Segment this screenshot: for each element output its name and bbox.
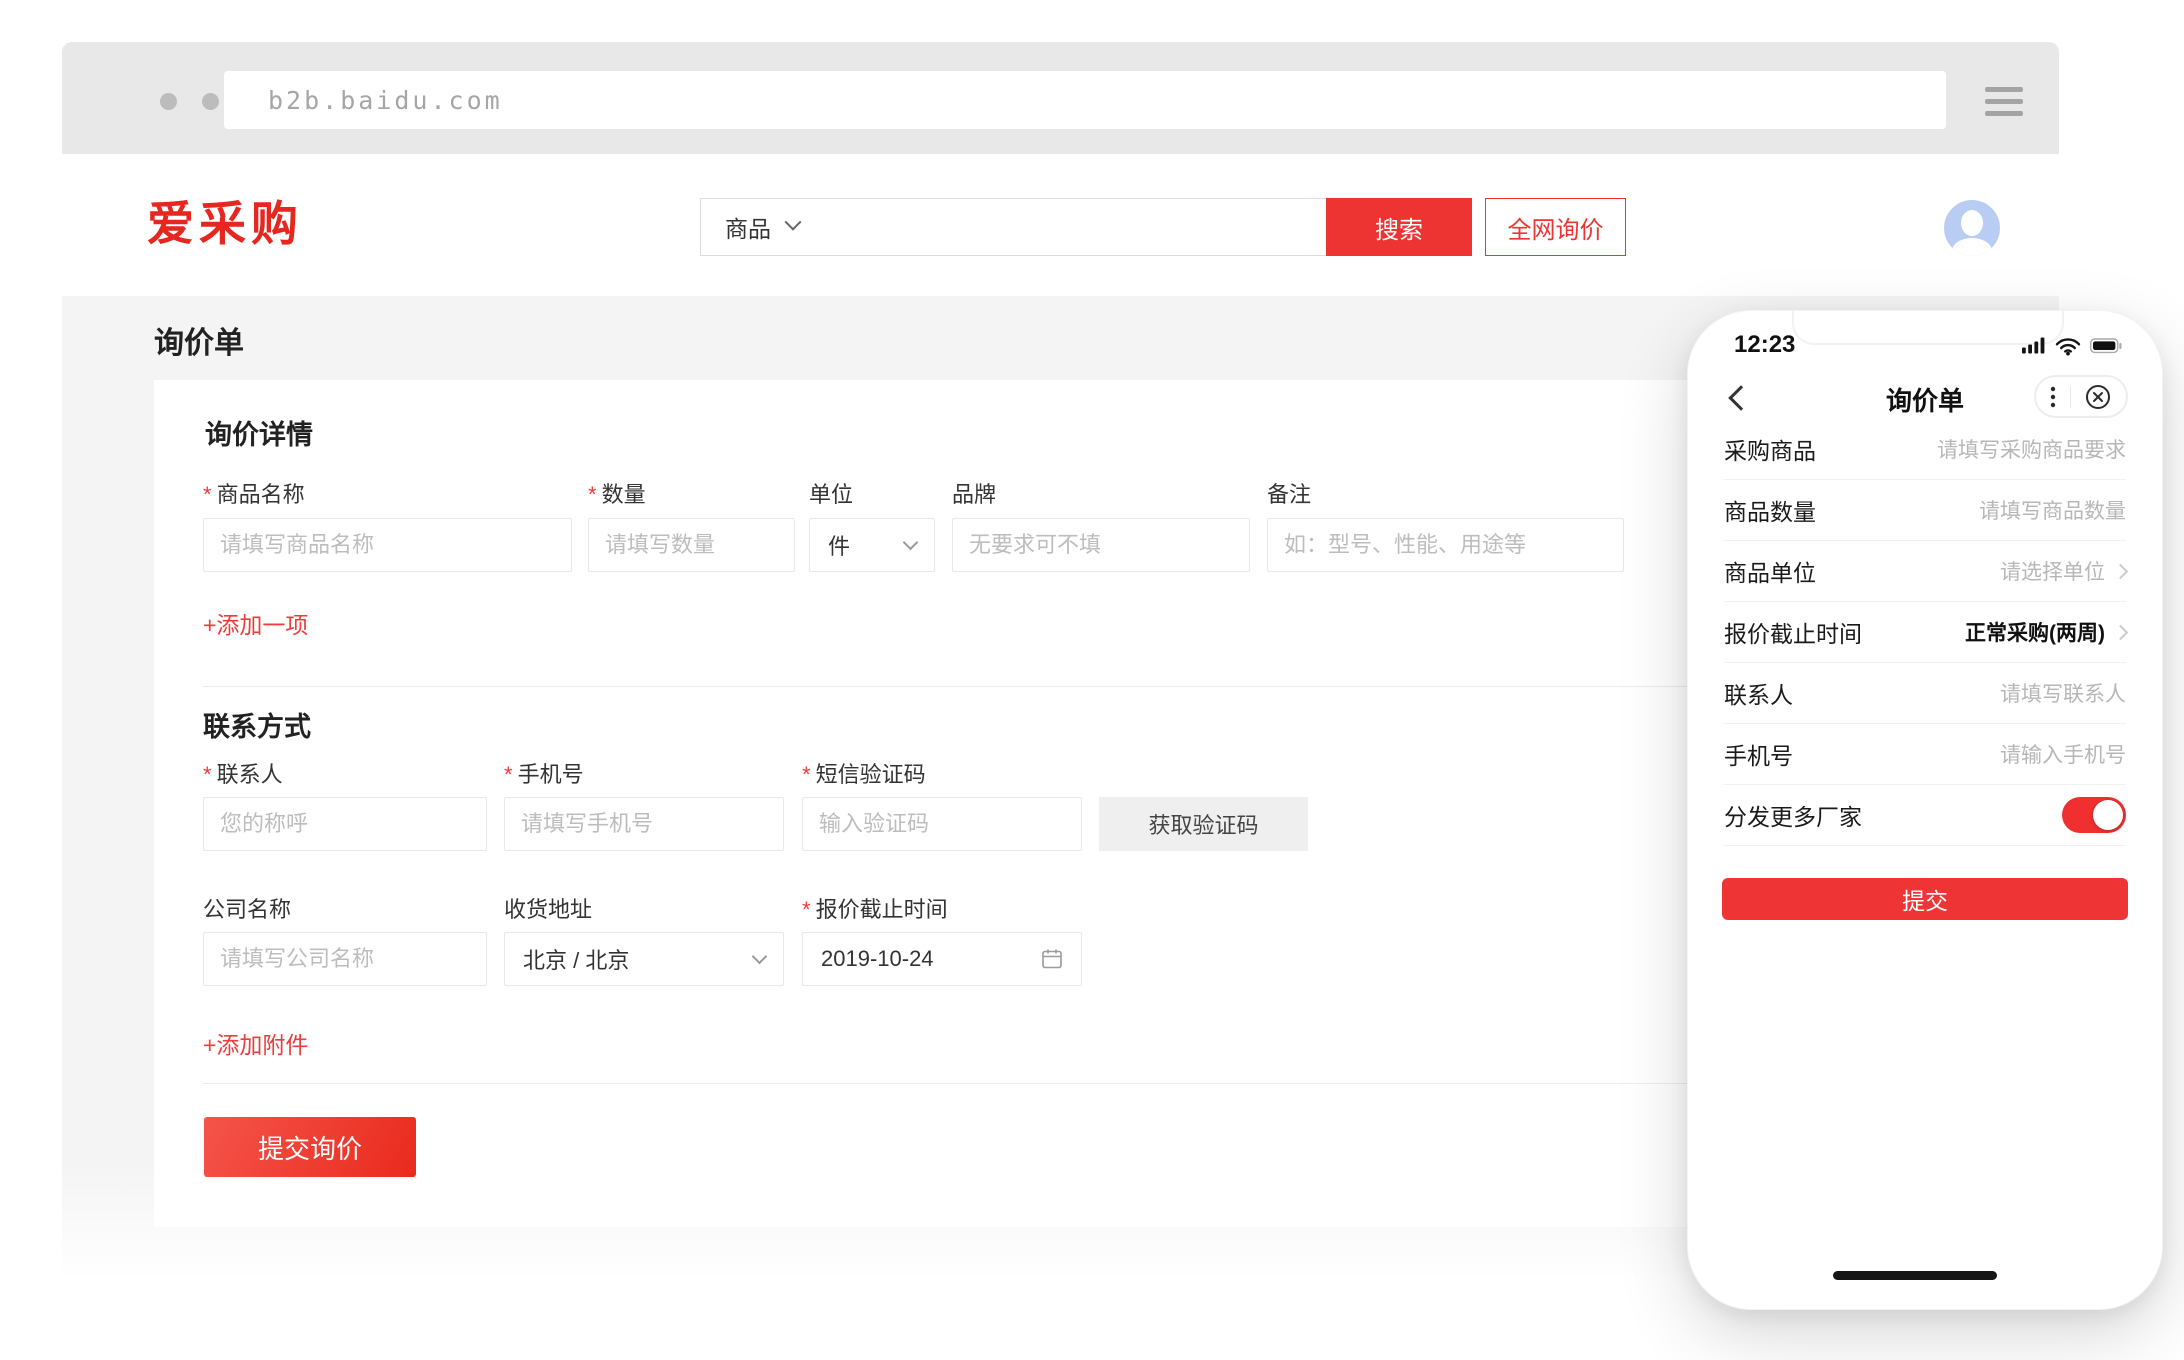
- list-item-quantity[interactable]: 商品数量 请填写商品数量: [1724, 480, 2126, 541]
- list-item-deadline[interactable]: 报价截止时间 正常采购(两周): [1724, 602, 2126, 663]
- required-asterisk: *: [203, 482, 212, 507]
- field-label-contact: *联系人: [203, 757, 283, 789]
- address-select[interactable]: 北京 / 北京: [504, 932, 784, 986]
- screenshot-stage: b2b.baidu.com 爱采购 商品 搜索 全网询价 询价单 询价详情 *商…: [0, 0, 2184, 1360]
- submit-inquiry-button[interactable]: 提交询价: [204, 1117, 416, 1177]
- field-label-brand: 品牌: [952, 477, 996, 509]
- note-input[interactable]: [1267, 518, 1624, 572]
- status-bar-time: 12:23: [1734, 331, 1795, 359]
- deadline-date-picker[interactable]: 2019-10-24: [802, 932, 1082, 986]
- field-label-deadline: *报价截止时间: [802, 892, 948, 924]
- field-label-quantity: *数量: [588, 477, 646, 509]
- chevron-right-icon: [2113, 624, 2129, 640]
- list-item-unit[interactable]: 商品单位 请选择单位: [1724, 541, 2126, 602]
- list-item-phone[interactable]: 手机号 请输入手机号: [1724, 724, 2126, 785]
- field-label-unit: 单位: [809, 477, 853, 509]
- contact-input[interactable]: [203, 797, 487, 851]
- required-asterisk: *: [802, 897, 811, 922]
- more-menu-icon[interactable]: [2049, 386, 2057, 408]
- product-name-input[interactable]: [203, 518, 572, 572]
- url-text: b2b.baidu.com: [268, 86, 503, 115]
- search-input[interactable]: 商品: [700, 198, 1326, 256]
- phone-submit-button[interactable]: 提交: [1722, 878, 2128, 920]
- site-header: 爱采购 商品 搜索 全网询价: [62, 154, 2059, 296]
- list-item-product[interactable]: 采购商品 请填写采购商品要求: [1724, 419, 2126, 480]
- url-bar[interactable]: b2b.baidu.com: [224, 71, 1946, 129]
- field-label-sms-code: *短信验证码: [802, 757, 926, 789]
- distribute-toggle[interactable]: [2062, 797, 2126, 833]
- chevron-down-icon: [903, 535, 919, 551]
- signal-icon: [2022, 337, 2046, 355]
- search-bar: 商品 搜索 全网询价: [700, 198, 1626, 256]
- search-button[interactable]: 搜索: [1326, 198, 1472, 256]
- chevron-down-icon: [785, 214, 802, 231]
- person-icon: [1944, 200, 2000, 256]
- deadline-date-value: 2019-10-24: [821, 946, 934, 972]
- add-attachment-link[interactable]: +添加附件: [203, 1026, 308, 1060]
- field-label-company: 公司名称: [203, 892, 291, 924]
- phone-nav-bar: 询价单: [1688, 373, 2162, 421]
- browser-menu-icon[interactable]: [1985, 87, 2023, 116]
- required-asterisk: *: [504, 762, 513, 787]
- phone-form-list: 采购商品 请填写采购商品要求 商品数量 请填写商品数量 商品单位 请选择单位 报…: [1724, 419, 2126, 846]
- chevron-down-icon: [752, 949, 768, 965]
- page-title: 询价单: [154, 318, 244, 362]
- network-inquiry-button[interactable]: 全网询价: [1485, 198, 1626, 256]
- field-label-product-name: *商品名称: [203, 477, 305, 509]
- list-item-contact[interactable]: 联系人 请填写联系人: [1724, 663, 2126, 724]
- field-label-phone: *手机号: [504, 757, 584, 789]
- status-bar-icons: [2022, 336, 2122, 356]
- required-asterisk: *: [203, 762, 212, 787]
- section-title-detail: 询价详情: [205, 413, 313, 452]
- add-item-link[interactable]: +添加一项: [203, 606, 308, 640]
- required-asterisk: *: [802, 762, 811, 787]
- required-asterisk: *: [588, 482, 597, 507]
- toggle-knob: [2093, 800, 2123, 830]
- home-indicator[interactable]: [1833, 1271, 1997, 1280]
- wifi-icon: [2055, 336, 2081, 356]
- site-logo[interactable]: 爱采购: [147, 188, 303, 260]
- field-label-address: 收货地址: [504, 892, 592, 924]
- section-title-contact: 联系方式: [203, 705, 311, 744]
- address-select-value: 北京 / 北京: [523, 943, 629, 975]
- phone-mockup: 12:23 询价单: [1687, 310, 2163, 1310]
- chevron-right-icon: [2113, 563, 2129, 579]
- miniprogram-capsule: [2034, 375, 2128, 418]
- quantity-input[interactable]: [588, 518, 795, 572]
- user-avatar[interactable]: [1944, 200, 2000, 256]
- list-item-distribute: 分发更多厂家: [1724, 785, 2126, 846]
- brand-input[interactable]: [952, 518, 1250, 572]
- unit-select-value: 件: [828, 529, 850, 561]
- company-input[interactable]: [203, 932, 487, 986]
- capsule-divider: [2070, 386, 2071, 408]
- calendar-icon: [1041, 948, 1063, 970]
- get-captcha-button[interactable]: 获取验证码: [1099, 797, 1308, 851]
- close-circle-icon[interactable]: [2083, 382, 2113, 412]
- browser-chrome: b2b.baidu.com: [62, 42, 2059, 154]
- unit-select[interactable]: 件: [809, 518, 935, 572]
- search-category-select[interactable]: 商品: [725, 210, 771, 244]
- sms-code-input[interactable]: [802, 797, 1082, 851]
- field-label-note: 备注: [1267, 477, 1311, 509]
- phone-input[interactable]: [504, 797, 784, 851]
- battery-icon: [2090, 338, 2122, 354]
